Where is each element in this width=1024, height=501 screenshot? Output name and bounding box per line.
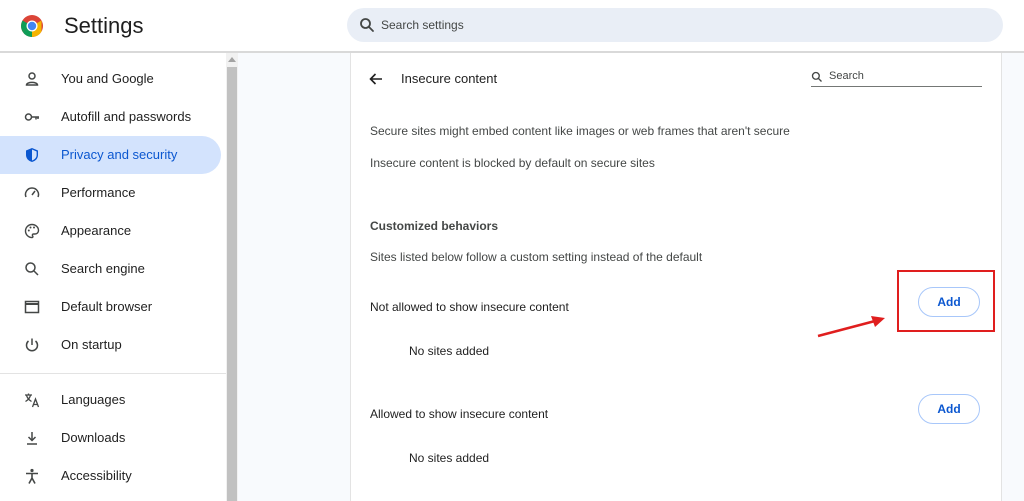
sidebar-item-languages[interactable]: Languages — [0, 381, 220, 419]
person-icon — [25, 72, 39, 86]
not-allowed-empty-text: No sites added — [409, 344, 490, 358]
annotation-highlight-box — [897, 270, 995, 332]
key-icon — [24, 113, 39, 121]
power-icon — [25, 338, 39, 352]
sidebar-item-label: Search engine — [61, 261, 145, 276]
customized-behaviors-heading: Customized behaviors — [370, 219, 499, 233]
download-icon — [27, 432, 37, 445]
not-allowed-label: Not allowed to show insecure content — [370, 300, 569, 314]
scroll-up-arrow-icon[interactable] — [228, 57, 236, 62]
page-search-placeholder: Search — [829, 70, 864, 82]
scrollbar-thumb[interactable] — [227, 67, 237, 501]
annotation-arrow-icon — [817, 316, 885, 338]
add-allowed-site-button[interactable]: Add — [918, 394, 980, 424]
search-icon — [25, 262, 39, 276]
sidebar-item-appearance[interactable]: Appearance — [0, 212, 220, 250]
sidebar-item-label: You and Google — [61, 71, 154, 86]
chrome-logo-icon — [21, 15, 43, 37]
top-bar: Settings Search settings — [0, 0, 1024, 52]
sidebar-item-autofill[interactable]: Autofill and passwords — [0, 98, 220, 136]
app-title: Settings — [64, 13, 144, 38]
sidebar-item-label: Languages — [61, 392, 126, 407]
sidebar: You and Google Autofill and passwords Pr… — [0, 53, 226, 501]
sidebar-item-on-startup[interactable]: On startup — [0, 326, 220, 364]
sidebar-item-label: Downloads — [61, 430, 126, 445]
back-arrow-icon[interactable] — [368, 71, 384, 87]
search-icon — [811, 71, 822, 82]
translate-icon — [25, 393, 40, 408]
sidebar-item-downloads[interactable]: Downloads — [0, 419, 220, 457]
customized-behaviors-subtitle: Sites listed below follow a custom setti… — [370, 250, 703, 264]
page-title: Insecure content — [401, 71, 498, 86]
sidebar-item-label: Accessibility — [61, 468, 132, 483]
search-settings-placeholder: Search settings — [381, 18, 464, 32]
accessibility-icon — [26, 468, 38, 484]
description-embed: Secure sites might embed content like im… — [370, 124, 790, 138]
sidebar-item-label: Privacy and security — [61, 147, 178, 162]
sidebar-item-performance[interactable]: Performance — [0, 174, 220, 212]
sidebar-item-label: Performance — [61, 185, 136, 200]
sidebar-item-search-engine[interactable]: Search engine — [0, 250, 220, 288]
sidebar-item-accessibility[interactable]: Accessibility — [0, 457, 220, 495]
speedometer-icon — [24, 187, 40, 198]
sidebar-item-default-browser[interactable]: Default browser — [0, 288, 220, 326]
description-default-blocked: Insecure content is blocked by default o… — [370, 156, 655, 170]
sidebar-item-you-and-google[interactable]: You and Google — [0, 60, 220, 98]
sidebar-divider — [0, 373, 226, 374]
sidebar-item-privacy-and-security[interactable]: Privacy and security — [0, 136, 221, 174]
sidebar-item-label: Appearance — [61, 223, 132, 238]
palette-icon — [24, 223, 40, 239]
allowed-label: Allowed to show insecure content — [370, 407, 549, 421]
shield-icon — [26, 148, 38, 162]
sidebar-item-label: Autofill and passwords — [61, 109, 192, 124]
sidebar-item-label: On startup — [61, 337, 122, 352]
allowed-empty-text: No sites added — [409, 451, 490, 465]
search-icon — [360, 18, 374, 32]
browser-window-icon — [24, 300, 40, 314]
page-search-input[interactable]: Search — [811, 69, 982, 87]
sidebar-item-label: Default browser — [61, 299, 153, 314]
search-settings-input[interactable]: Search settings — [347, 8, 1003, 42]
sidebar-scrollbar[interactable] — [226, 53, 238, 501]
